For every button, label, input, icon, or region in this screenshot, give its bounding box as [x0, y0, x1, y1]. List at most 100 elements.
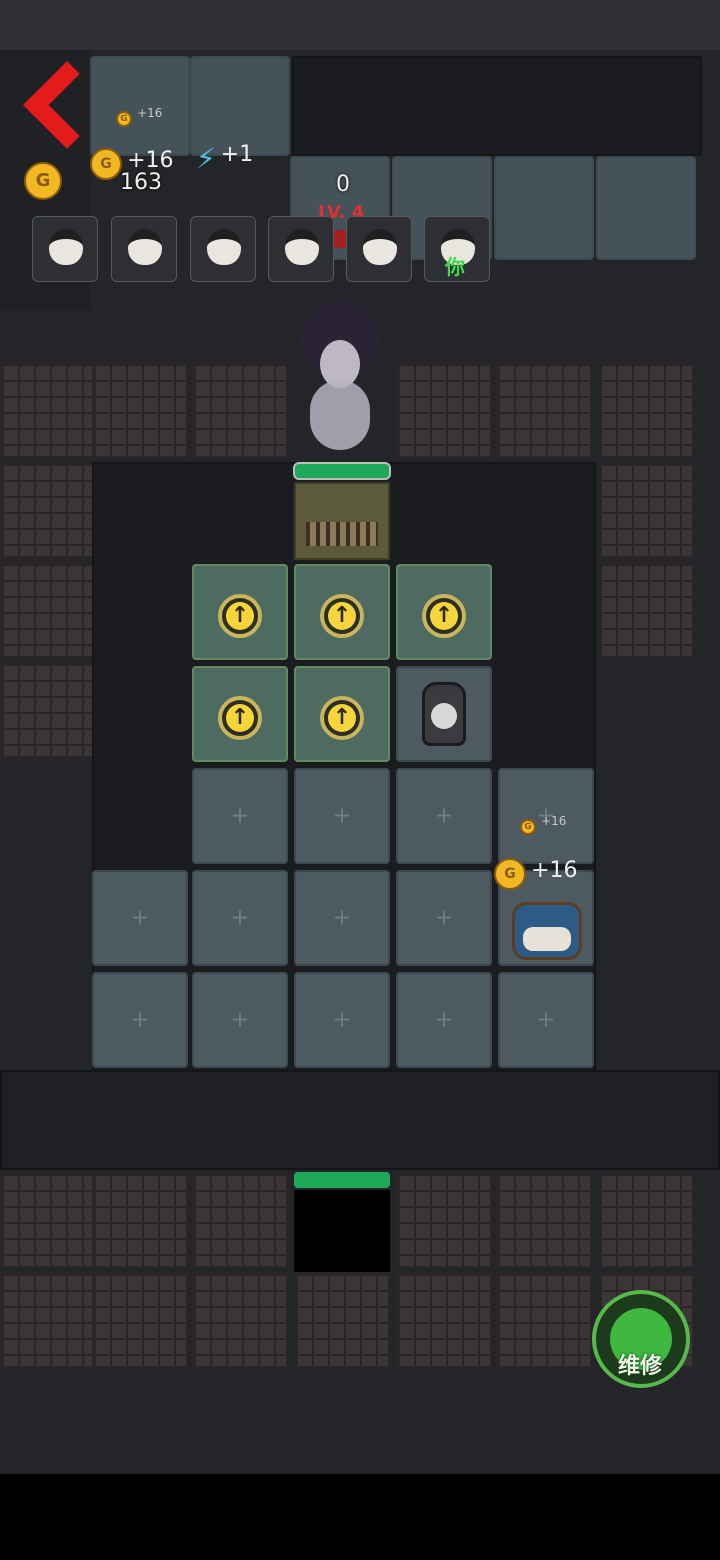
brick-wall — [396, 1272, 492, 1368]
character-row: 你 — [32, 216, 492, 284]
gold-coin-icon: G — [494, 858, 526, 890]
character-slot[interactable] — [268, 216, 334, 282]
energy-gain: ⚡ +1 — [196, 142, 253, 175]
brick-wall — [92, 1272, 188, 1368]
brick-wall — [0, 1172, 96, 1268]
empty-tile[interactable]: + — [92, 870, 188, 966]
enemy-hp: 0 — [336, 172, 350, 197]
brick-wall — [0, 362, 96, 458]
brick-wall — [192, 1272, 288, 1368]
upper-dark-wall — [292, 56, 702, 156]
brick-wall — [0, 562, 96, 658]
plus-icon: + — [434, 1007, 454, 1033]
brick-wall — [92, 362, 188, 458]
character-slot[interactable] — [32, 216, 98, 282]
plus-icon: + — [434, 905, 454, 931]
upgrade-button[interactable]: ↑ — [320, 594, 364, 638]
brick-wall — [598, 462, 694, 558]
repair-button[interactable]: 维修 — [592, 1290, 690, 1388]
room-door[interactable] — [294, 482, 390, 560]
upper-room-tile — [596, 156, 696, 260]
turret-tile[interactable]: ↑ — [192, 666, 288, 762]
brick-wall — [0, 462, 96, 558]
character-slot[interactable] — [346, 216, 412, 282]
lower-door-health-bar — [294, 1172, 390, 1188]
empty-tile[interactable]: + — [396, 972, 492, 1068]
upgrade-button[interactable]: ↑ — [320, 696, 364, 740]
gold-gain-label: +16 — [127, 148, 174, 173]
brick-wall — [192, 1172, 288, 1268]
empty-tile[interactable]: + — [396, 768, 492, 864]
back-button[interactable] — [23, 61, 111, 154]
brick-wall — [294, 1272, 390, 1368]
turret-tile[interactable]: ↑ — [396, 564, 492, 660]
brick-wall — [598, 562, 694, 658]
brick-wall — [0, 1272, 96, 1368]
character-slot[interactable] — [190, 216, 256, 282]
brick-wall — [396, 362, 492, 458]
brick-wall — [496, 1272, 592, 1368]
empty-tile[interactable]: + — [192, 768, 288, 864]
empty-tile[interactable]: + — [498, 972, 594, 1068]
upper-room-tile — [190, 56, 290, 156]
gold-counter: G — [24, 162, 62, 200]
plus-icon: + — [130, 1007, 150, 1033]
navigation-bar — [0, 1474, 720, 1560]
empty-tile[interactable]: + — [396, 870, 492, 966]
empty-tile[interactable]: + — [192, 972, 288, 1068]
plus-icon: + — [230, 803, 250, 829]
gold-coin-icon: G — [90, 148, 122, 180]
upgrade-button[interactable]: ↑ — [218, 696, 262, 740]
character-face-icon — [128, 229, 162, 265]
repair-button-label: 维修 — [618, 1354, 663, 1379]
empty-tile[interactable]: + — [92, 972, 188, 1068]
brick-wall — [92, 1172, 188, 1268]
character-face-icon — [207, 229, 241, 265]
turret-tile[interactable]: ↑ — [294, 564, 390, 660]
player-tag: 你 — [445, 255, 465, 279]
gold-coin-icon: G — [24, 162, 62, 200]
lightning-icon: ⚡ — [196, 142, 216, 175]
character-face-icon — [49, 229, 83, 265]
plus-icon: + — [332, 803, 352, 829]
upgrade-button[interactable]: ↑ — [422, 594, 466, 638]
bed-icon — [512, 902, 582, 960]
turret-tile[interactable]: ↑ — [294, 666, 390, 762]
brick-wall — [0, 662, 96, 758]
empty-tile[interactable]: + — [294, 972, 390, 1068]
brick-wall — [396, 1172, 492, 1268]
brick-wall — [496, 362, 592, 458]
upgrade-arrow-icon: ↑ — [226, 602, 254, 630]
top-small-gain: G +16 — [116, 106, 162, 127]
plus-icon: + — [130, 905, 150, 931]
gold-gain: G +16 — [90, 148, 174, 180]
upper-room-tile — [494, 156, 594, 260]
generator-tile[interactable] — [396, 666, 492, 762]
ghost-enemy — [280, 300, 400, 460]
lower-doorway — [294, 1190, 390, 1272]
empty-tile[interactable]: + — [192, 870, 288, 966]
empty-tile[interactable]: + — [294, 768, 390, 864]
status-bar — [0, 0, 720, 50]
plus-icon: + — [230, 905, 250, 931]
gold-coin-icon: G — [520, 819, 536, 835]
lower-dark-wall — [0, 1070, 720, 1170]
character-slot[interactable] — [111, 216, 177, 282]
character-face-icon — [363, 229, 397, 265]
brick-wall — [496, 1172, 592, 1268]
brick-wall — [192, 362, 288, 458]
character-face-icon — [285, 229, 319, 265]
brick-wall — [598, 1172, 694, 1268]
turret-tile[interactable]: ↑ — [192, 564, 288, 660]
upgrade-button[interactable]: ↑ — [218, 594, 262, 638]
brick-wall — [598, 362, 694, 458]
top-small-gain-label: +16 — [137, 106, 163, 120]
upgrade-arrow-icon: ↑ — [430, 602, 458, 630]
door-grille — [306, 522, 378, 546]
empty-tile[interactable]: + — [294, 870, 390, 966]
door-health-bar — [293, 462, 391, 480]
plus-icon: + — [332, 1007, 352, 1033]
plus-icon: + — [332, 905, 352, 931]
upgrade-arrow-icon: ↑ — [328, 602, 356, 630]
character-slot-you[interactable]: 你 — [424, 216, 490, 282]
